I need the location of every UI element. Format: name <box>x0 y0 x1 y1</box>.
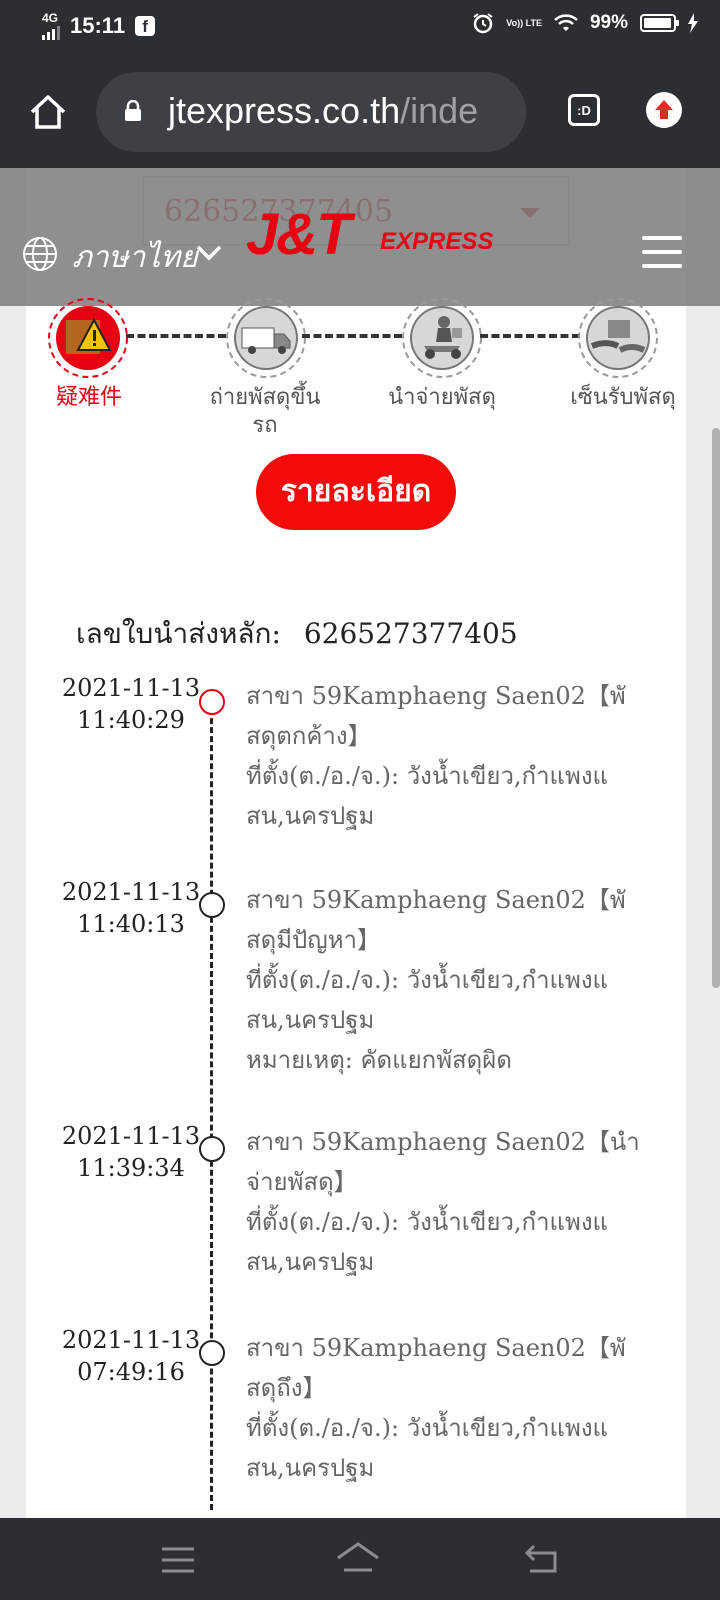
event-line: จ่ายพัสดุ】 <box>246 1168 358 1196</box>
timeline-dot <box>199 1340 225 1366</box>
timeline-line <box>210 700 213 1510</box>
system-nav-bar <box>0 1518 720 1600</box>
scrollbar[interactable] <box>712 428 720 988</box>
event-line: สาขา 59Kamphaeng Saen02【พั <box>246 682 626 710</box>
truck-icon <box>236 308 296 368</box>
event-time: 11:40:29 <box>77 706 185 734</box>
logo-sub-text: EXPRESS <box>380 228 494 255</box>
event-note: หมายเหตุ: คัดแยกพัสดุผิด <box>246 1046 512 1074</box>
event-line: สาขา 59Kamphaeng Saen02【พั <box>246 886 626 914</box>
event-description: สาขา 59Kamphaeng Saen02【นำ จ่ายพัสดุ】 ที… <box>246 1122 656 1282</box>
step-signed <box>578 298 658 378</box>
logo-main-text: J&T <box>246 202 352 267</box>
details-button[interactable]: รายละเอียด <box>256 454 456 530</box>
event-line: สน,นครปฐม <box>246 1248 375 1276</box>
main-waybill-value: 626527377405 <box>303 617 518 650</box>
hamburger-menu-icon[interactable] <box>642 236 682 268</box>
site-header: ภาษาไทย J&T EXPRESS <box>0 168 720 306</box>
event-datetime: 2021-11-13 11:39:34 <box>56 1120 206 1184</box>
timeline-dot-current <box>199 689 225 715</box>
volte-icon: Vo)) LTE <box>506 17 542 28</box>
event-date: 2021-11-13 <box>61 1122 201 1150</box>
url-path: /inde <box>400 90 479 131</box>
event-line: สดุถึง】 <box>246 1374 327 1402</box>
event-line: ที่ตั้ง(ต./อ./จ.): วังน้ำเขียว,กำแพงแ <box>246 1208 609 1236</box>
timeline-dot <box>199 892 225 918</box>
event-line: สดุมีปัญหา】 <box>246 926 382 954</box>
upload-arrow-icon <box>655 100 673 119</box>
clock: 15:11 <box>70 13 126 38</box>
event-description: สาขา 59Kamphaeng Saen02【พั สดุมีปัญหา】 ท… <box>246 880 656 1080</box>
menu-icon[interactable] <box>160 1546 196 1574</box>
step-problem-parcel <box>48 298 128 378</box>
step-connector <box>480 334 580 338</box>
handover-icon <box>588 308 648 368</box>
event-date: 2021-11-13 <box>61 878 201 906</box>
step-loading <box>226 298 306 378</box>
step-label-signed: เซ็นรับพัสดุ <box>570 385 676 410</box>
event-line: สน,นครปฐม <box>246 802 375 830</box>
url-text: jtexpress.co.th/inde <box>168 90 478 132</box>
step-label-loading: ถ่ายพัสดุขึ้นรถ <box>209 385 321 438</box>
tracking-card <box>26 168 686 1518</box>
event-description: สาขา 59Kamphaeng Saen02【พั สดุถึง】 ที่ตั… <box>246 1328 656 1488</box>
tab-switcher-button[interactable]: :D <box>568 94 600 126</box>
wifi-icon <box>554 14 578 31</box>
event-time: 11:40:13 <box>77 910 185 938</box>
step-connector <box>302 334 402 338</box>
step-delivering <box>402 298 482 378</box>
address-bar[interactable]: jtexpress.co.th/inde <box>96 72 526 152</box>
event-description: สาขา 59Kamphaeng Saen02【พั สดุตกค้าง】 ที… <box>246 676 656 836</box>
signal-bars-icon <box>42 24 60 40</box>
web-page: 626527377405 ภาษาไทย J&T EXPRESS <box>0 168 720 1518</box>
charging-icon <box>688 13 698 33</box>
event-line: สดุตกค้าง】 <box>246 722 372 750</box>
event-line: สาขา 59Kamphaeng Saen02【นำ <box>246 1128 640 1156</box>
event-time: 07:49:16 <box>77 1358 185 1386</box>
event-date: 2021-11-13 <box>61 1326 201 1354</box>
browser-toolbar: jtexpress.co.th/inde :D <box>0 56 720 168</box>
event-datetime: 2021-11-13 07:49:16 <box>56 1324 206 1388</box>
url-domain: jtexpress.co.th <box>168 90 401 131</box>
signal-indicator: 4G <box>42 12 60 40</box>
update-button[interactable] <box>646 92 682 128</box>
step-connector <box>126 334 226 338</box>
warning-icon <box>66 317 112 354</box>
step-label-delivering: นำจ่ายพัสดุ <box>388 385 496 410</box>
lock-icon <box>125 100 141 121</box>
alarm-icon <box>473 13 493 34</box>
facebook-notification-icon: f <box>135 16 156 36</box>
status-bar: 4G 15:11 f Vo)) LTE 99% <box>0 0 720 56</box>
event-line: สน,นครปฐม <box>246 1006 375 1034</box>
event-line: สาขา 59Kamphaeng Saen02【พั <box>246 1334 626 1362</box>
globe-icon[interactable] <box>22 236 58 272</box>
delivery-scooter-icon <box>412 308 472 368</box>
chevron-down-icon[interactable] <box>196 244 222 262</box>
jt-express-logo[interactable]: J&T EXPRESS <box>246 202 493 267</box>
event-line: ที่ตั้ง(ต./อ./จ.): วังน้ำเขียว,กำแพงแ <box>246 762 609 790</box>
event-line: สน,นครปฐม <box>246 1454 375 1482</box>
back-icon[interactable] <box>524 1542 560 1574</box>
main-waybill-label: เลขใบนำส่งหลัก: <box>76 617 281 650</box>
event-datetime: 2021-11-13 11:40:13 <box>56 876 206 940</box>
event-time: 11:39:34 <box>77 1154 185 1182</box>
battery-percent: 99% <box>589 12 628 33</box>
home-icon[interactable] <box>28 92 68 132</box>
event-line: ที่ตั้ง(ต./อ./จ.): วังน้ำเขียว,กำแพงแ <box>246 966 609 994</box>
home-icon[interactable] <box>334 1540 382 1576</box>
event-datetime: 2021-11-13 11:40:29 <box>56 672 206 736</box>
language-selector[interactable]: ภาษาไทย <box>72 234 198 281</box>
battery-icon <box>640 14 679 32</box>
network-type: 4G <box>42 11 59 25</box>
step-label-problem: 疑难件 <box>55 385 122 410</box>
timeline-dot <box>199 1136 225 1162</box>
event-line: ที่ตั้ง(ต./อ./จ.): วังน้ำเขียว,กำแพงแ <box>246 1414 609 1442</box>
event-date: 2021-11-13 <box>61 674 201 702</box>
main-waybill: เลขใบนำส่งหลัก: 626527377405 <box>76 612 518 656</box>
